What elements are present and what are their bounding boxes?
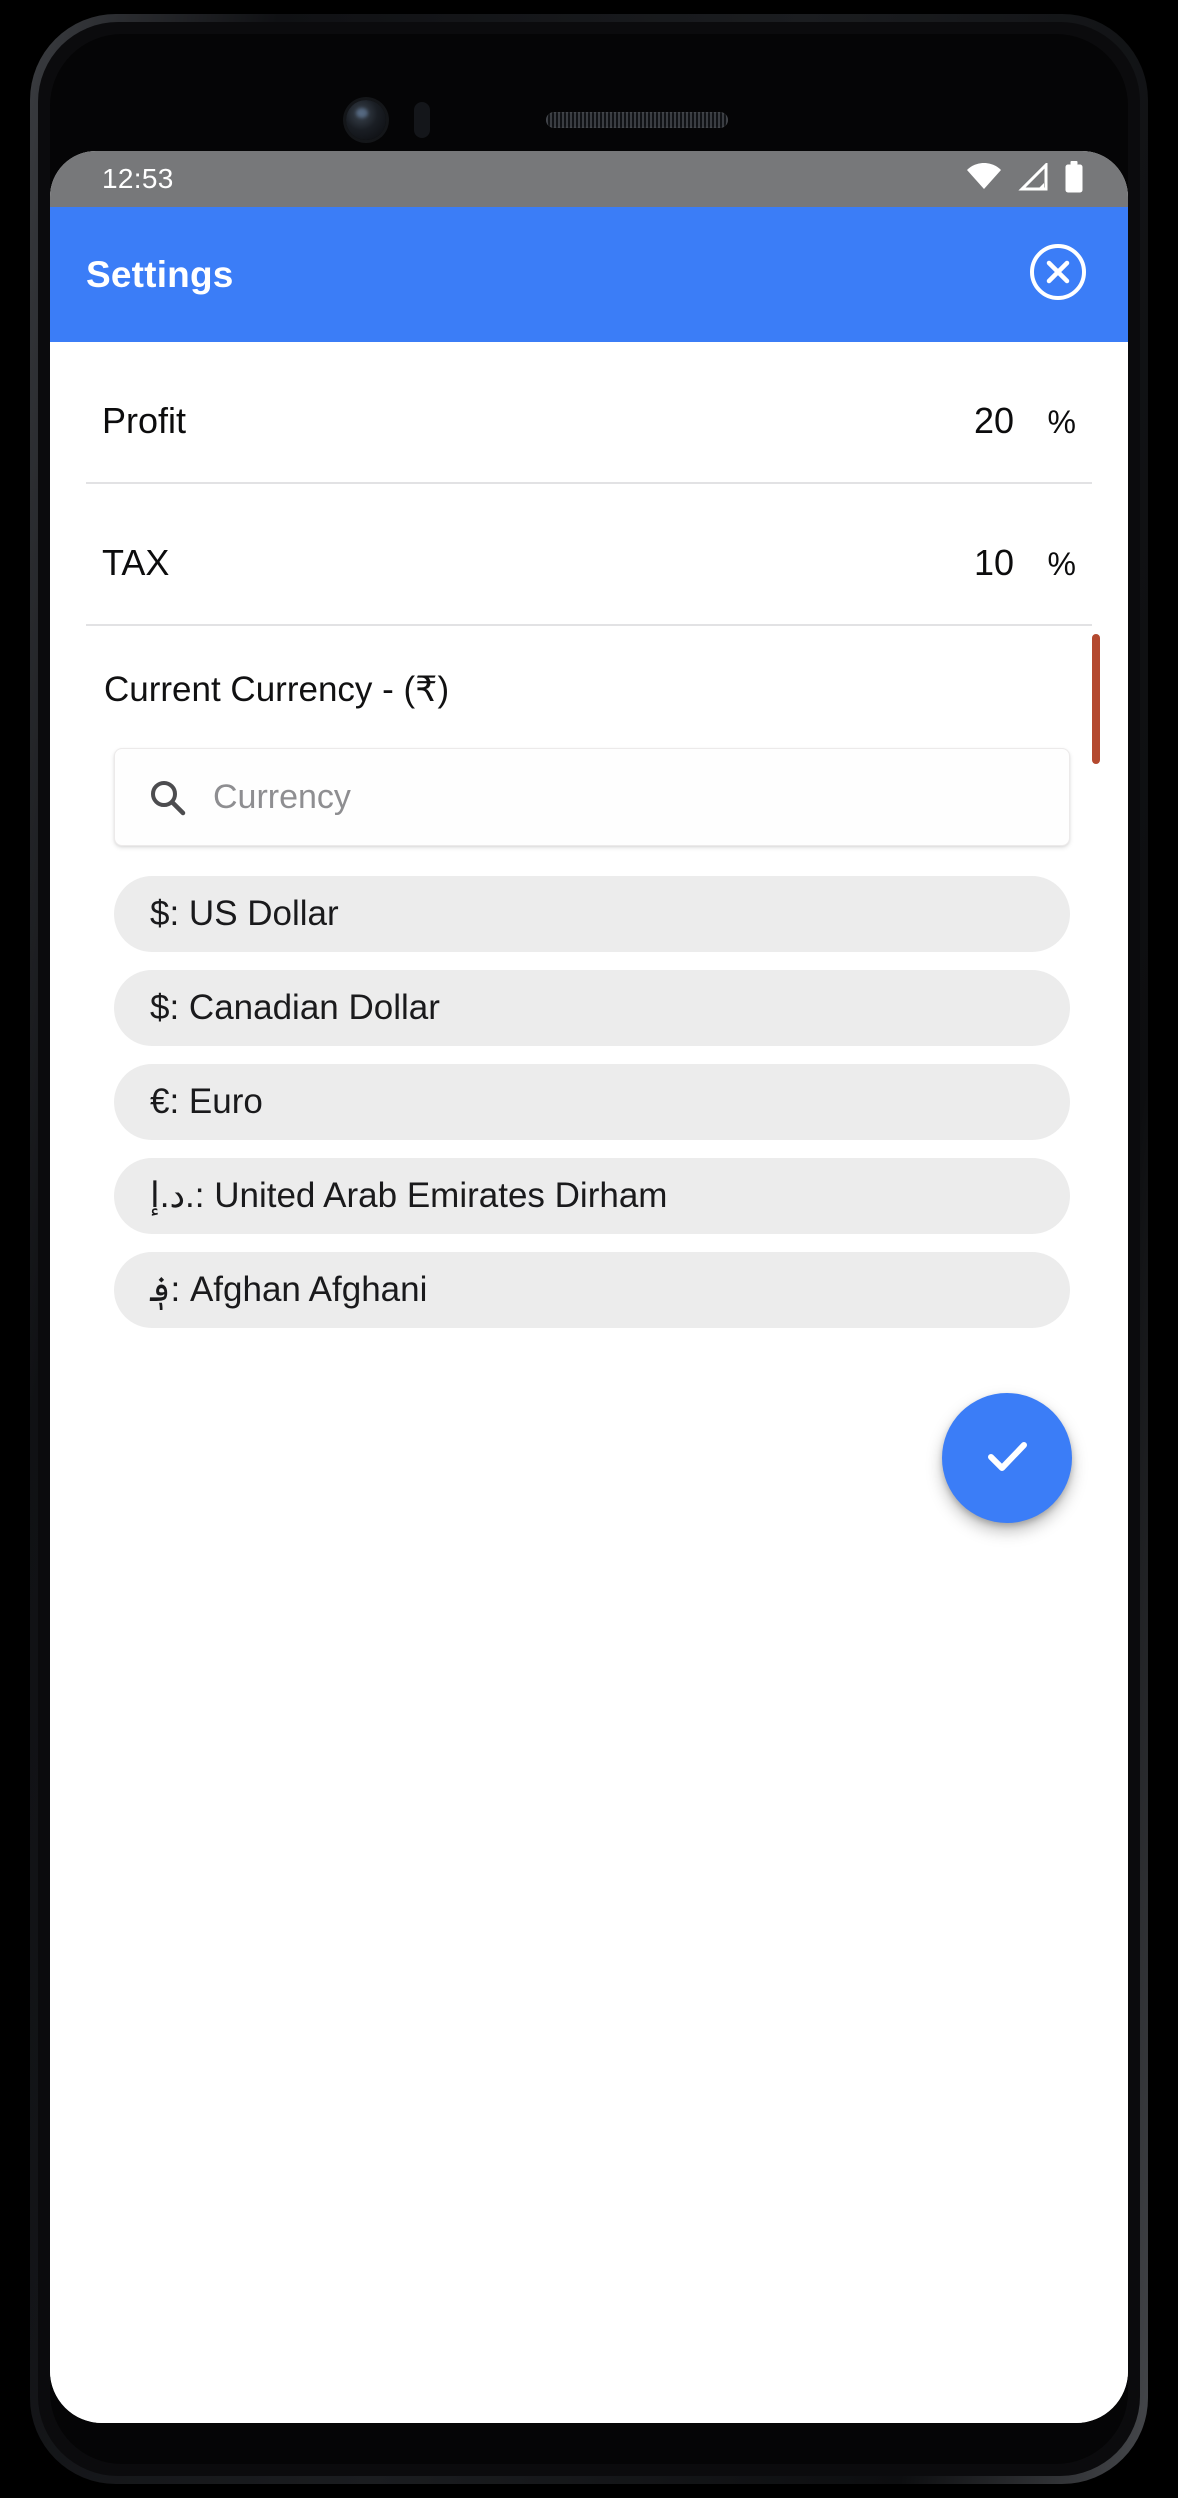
- proximity-sensor-icon: [414, 102, 430, 138]
- status-bar-clock: 12:53: [102, 163, 174, 194]
- settings-content: Profit 20 % TAX 10 % Current Currency - …: [50, 342, 1128, 2423]
- status-bar-icons: [966, 160, 1084, 198]
- wifi-icon: [966, 162, 1002, 196]
- currency-search-input[interactable]: [213, 777, 1039, 817]
- camera-glint: [356, 108, 368, 118]
- front-camera-icon: [346, 100, 386, 140]
- cellular-signal-icon: [1018, 160, 1048, 196]
- tax-field-row[interactable]: TAX 10 %: [86, 484, 1092, 626]
- currency-item-label: د.إ.: United Arab Emirates Dirham: [150, 1176, 668, 1215]
- tax-value[interactable]: 10: [924, 542, 1014, 584]
- currency-list-item-canadian-dollar[interactable]: $: Canadian Dollar: [114, 970, 1070, 1046]
- screenshot-stage: 12:53 Settings Profit 20 % TAX 10 % Curr…: [0, 0, 1178, 2498]
- profit-field-row[interactable]: Profit 20 %: [86, 342, 1092, 484]
- close-icon: [1027, 241, 1089, 308]
- confirm-fab-button[interactable]: [942, 1393, 1072, 1523]
- currency-list: $: US Dollar $: Canadian Dollar €: Euro …: [114, 876, 1070, 1328]
- phone-body: 12:53 Settings Profit 20 % TAX 10 % Curr…: [50, 34, 1128, 2464]
- search-icon: [145, 775, 189, 819]
- page-title: Settings: [86, 253, 234, 295]
- tax-label: TAX: [102, 542, 170, 583]
- currency-item-label: $: Canadian Dollar: [150, 988, 440, 1027]
- currency-item-label: $: US Dollar: [150, 894, 339, 933]
- tax-percent-suffix: %: [1047, 546, 1076, 582]
- app-bar: Settings: [50, 207, 1128, 342]
- currency-list-item-us-dollar[interactable]: $: US Dollar: [114, 876, 1070, 952]
- profit-value[interactable]: 20: [924, 400, 1014, 442]
- currency-list-item-euro[interactable]: €: Euro: [114, 1064, 1070, 1140]
- earpiece-speaker: [546, 112, 728, 128]
- profit-percent-suffix: %: [1047, 404, 1076, 440]
- profit-label: Profit: [102, 400, 187, 441]
- phone-screen: 12:53 Settings Profit 20 % TAX 10 % Curr…: [50, 151, 1128, 2423]
- currency-item-label: €: Euro: [150, 1082, 263, 1121]
- check-icon: [975, 1424, 1039, 1493]
- currency-search-box[interactable]: [114, 748, 1070, 846]
- current-currency-label: Current Currency - (₹): [104, 670, 450, 709]
- currency-item-label: ؋: Afghan Afghani: [150, 1270, 428, 1309]
- close-button[interactable]: [1024, 241, 1092, 309]
- currency-list-item-afghan-afghani[interactable]: ؋: Afghan Afghani: [114, 1252, 1070, 1328]
- battery-icon: [1064, 160, 1084, 198]
- power-button[interactable]: [1092, 634, 1100, 764]
- currency-list-item-uae-dirham[interactable]: د.إ.: United Arab Emirates Dirham: [114, 1158, 1070, 1234]
- status-bar: 12:53: [50, 151, 1128, 207]
